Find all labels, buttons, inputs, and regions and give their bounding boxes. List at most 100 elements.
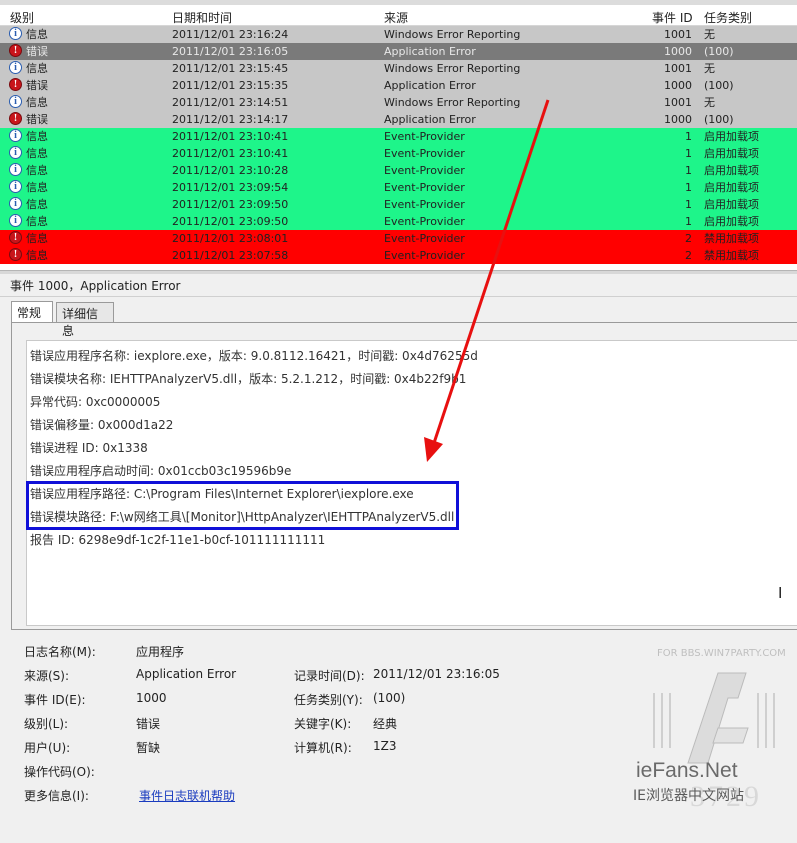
level-cell: 信息: [26, 164, 48, 177]
source-cell: Event-Provider: [384, 181, 465, 194]
task-cell: 启用加载项: [704, 147, 759, 160]
event-id-cell: 1001: [664, 96, 692, 109]
datetime-cell: 2011/12/01 23:08:01: [172, 232, 289, 245]
source-cell: Windows Error Reporting: [384, 96, 521, 109]
datetime-cell: 2011/12/01 23:16:24: [172, 28, 289, 41]
column-datetime[interactable]: 日期和时间: [172, 9, 232, 26]
task-cell: 禁用加载项: [704, 232, 759, 245]
desc-line: 错误模块名称: IEHTTPAnalyzerV5.dll，版本: 5.2.1.2…: [30, 372, 467, 386]
source-cell: Event-Provider: [384, 164, 465, 177]
event-id-cell: 1000: [664, 79, 692, 92]
error-icon: !: [9, 248, 22, 261]
datetime-cell: 2011/12/01 23:14:51: [172, 96, 289, 109]
event-id-cell: 1000: [664, 113, 692, 126]
table-row[interactable]: i 信息 2011/12/01 23:09:50 Event-Provider 1 启用加…: [0, 196, 797, 213]
column-level[interactable]: 级别: [10, 9, 34, 26]
source-cell: Application Error: [384, 45, 476, 58]
datetime-cell: 2011/12/01 23:09:50: [172, 198, 289, 211]
error-icon: !: [9, 231, 22, 244]
column-task[interactable]: 任务类别: [704, 9, 752, 26]
computer-value: 1Z3: [373, 739, 397, 753]
source-cell: Event-Provider: [384, 130, 465, 143]
source-value: Application Error: [136, 667, 237, 681]
info-icon: i: [9, 180, 22, 193]
datetime-cell: 2011/12/01 23:10:28: [172, 164, 289, 177]
table-row[interactable]: ! 信息 2011/12/01 23:08:01 Event-Provider 2 禁用加…: [0, 230, 797, 247]
table-row[interactable]: i 信息 2011/12/01 23:16:24 Windows Error Repo…: [0, 26, 797, 43]
event-id-cell: 1: [685, 181, 692, 194]
task-label: 任务类别(Y):: [294, 693, 363, 707]
table-row[interactable]: ! 错误 2011/12/01 23:16:05 Application Error 1…: [0, 43, 797, 60]
info-icon: i: [9, 197, 22, 210]
source-cell: Event-Provider: [384, 232, 465, 245]
task-cell: (100): [704, 79, 734, 92]
datetime-cell: 2011/12/01 23:09:54: [172, 181, 289, 194]
user-label: 用户(U):: [24, 741, 71, 755]
level-cell: 错误: [26, 45, 48, 58]
task-cell: 禁用加载项: [704, 249, 759, 262]
level-cell: 信息: [26, 198, 48, 211]
error-icon: !: [9, 78, 22, 91]
table-row[interactable]: i 信息 2011/12/01 23:15:45 Windows Error Repo…: [0, 60, 797, 77]
tab-details[interactable]: 详细信息: [56, 302, 114, 338]
table-row[interactable]: ! 错误 2011/12/01 23:14:17 Application Error 1…: [0, 111, 797, 128]
source-cell: Windows Error Reporting: [384, 62, 521, 75]
desc-line: 错误应用程序名称: iexplore.exe，版本: 9.0.8112.1642…: [30, 349, 478, 363]
desc-line: 错误应用程序启动时间: 0x01ccb03c19596b9e: [30, 464, 292, 478]
error-icon: !: [9, 112, 22, 125]
task-cell: 无: [704, 28, 715, 41]
tab-general[interactable]: 常规: [11, 301, 53, 322]
level-label: 级别(L):: [24, 717, 69, 731]
column-header: 级别 日期和时间 来源 事件 ID 任务类别: [0, 0, 797, 26]
keywords-value: 经典: [373, 717, 398, 731]
task-cell: 无: [704, 62, 715, 75]
source-label: 来源(S):: [24, 669, 70, 683]
table-row[interactable]: ! 信息 2011/12/01 23:07:58 Event-Provider 2 禁用加…: [0, 247, 797, 264]
event-id-label: 事件 ID(E):: [24, 693, 86, 707]
level-cell: 信息: [26, 28, 48, 41]
task-value: (100): [373, 691, 406, 705]
column-event-id[interactable]: 事件 ID: [652, 9, 693, 26]
source-cell: Event-Provider: [384, 147, 465, 160]
event-id-cell: 1: [685, 164, 692, 177]
datetime-cell: 2011/12/01 23:10:41: [172, 147, 289, 160]
task-cell: 启用加载项: [704, 198, 759, 211]
datetime-cell: 2011/12/01 23:15:35: [172, 79, 289, 92]
computer-label: 计算机(R):: [294, 741, 352, 755]
table-row[interactable]: i 信息 2011/12/01 23:10:28 Event-Provider 1 启用加…: [0, 162, 797, 179]
online-help-link[interactable]: 事件日志联机帮助: [139, 787, 235, 804]
watermark-brand: ieFans.Net: [636, 759, 738, 782]
info-icon: i: [9, 61, 22, 74]
logged-label: 记录时间(D):: [294, 669, 365, 683]
datetime-cell: 2011/12/01 23:10:41: [172, 130, 289, 143]
column-source[interactable]: 来源: [384, 9, 408, 26]
event-id-cell: 1: [685, 147, 692, 160]
event-id-cell: 1001: [664, 62, 692, 75]
level-cell: 信息: [26, 62, 48, 75]
info-icon: i: [9, 163, 22, 176]
desc-line: 错误偏移量: 0x000d1a22: [30, 418, 174, 432]
table-row[interactable]: i 信息 2011/12/01 23:10:41 Event-Provider 1 启用加…: [0, 128, 797, 145]
event-id-cell: 2: [685, 249, 692, 262]
source-cell: Event-Provider: [384, 198, 465, 211]
error-icon: !: [9, 44, 22, 57]
table-row[interactable]: i 信息 2011/12/01 23:14:51 Windows Error Repo…: [0, 94, 797, 111]
desc-line: 报告 ID: 6298e9df-1c2f-11e1-b0cf-101111111…: [30, 533, 326, 547]
source-cell: Windows Error Reporting: [384, 28, 521, 41]
task-cell: 启用加载项: [704, 164, 759, 177]
info-icon: i: [9, 146, 22, 159]
table-row[interactable]: ! 错误 2011/12/01 23:15:35 Application Error 1…: [0, 77, 797, 94]
level-cell: 信息: [26, 96, 48, 109]
level-cell: 信息: [26, 130, 48, 143]
opcode-label: 操作代码(O):: [24, 765, 95, 779]
task-cell: (100): [704, 113, 734, 126]
table-row[interactable]: i 信息 2011/12/01 23:09:50 Event-Provider 1 启用加…: [0, 213, 797, 230]
more-info-label: 更多信息(I):: [24, 789, 89, 803]
table-row[interactable]: i 信息 2011/12/01 23:10:41 Event-Provider 1 启用加…: [0, 145, 797, 162]
level-value: 错误: [136, 717, 161, 731]
event-id-cell: 1: [685, 198, 692, 211]
task-cell: 启用加载项: [704, 130, 759, 143]
datetime-cell: 2011/12/01 23:16:05: [172, 45, 289, 58]
table-row[interactable]: i 信息 2011/12/01 23:09:54 Event-Provider 1 启用加…: [0, 179, 797, 196]
text-cursor-icon: Ⅰ: [778, 584, 783, 602]
